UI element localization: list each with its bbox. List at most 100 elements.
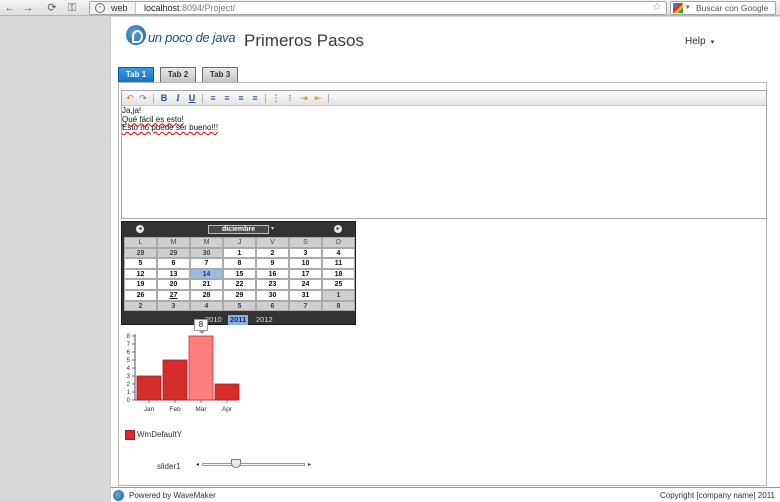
calendar-day[interactable]: 31: [289, 289, 322, 301]
logo-text: un poco de java: [148, 30, 236, 45]
tab-1[interactable]: Tab 1: [118, 67, 154, 83]
y-tick-label: 6: [127, 350, 131, 356]
calendar-day[interactable]: 8: [322, 300, 355, 312]
calendar-day[interactable]: 24: [289, 279, 322, 290]
back-icon[interactable]: ←: [4, 2, 16, 14]
site-identity-label: web: [111, 3, 128, 13]
calendar-day[interactable]: 19: [124, 279, 157, 290]
previous-month-icon[interactable]: ◂: [136, 225, 144, 233]
align-left-icon[interactable]: ≡: [208, 93, 218, 103]
calendar-day[interactable]: 6: [256, 300, 289, 312]
indent-icon[interactable]: ⇥: [299, 93, 309, 103]
calendar-day[interactable]: 27: [157, 289, 190, 301]
calendar-day[interactable]: 12: [124, 268, 157, 280]
year-option[interactable]: 2012: [254, 315, 275, 325]
calendar-day[interactable]: 5: [223, 300, 256, 312]
redo-icon[interactable]: ↷: [138, 93, 148, 103]
search-box[interactable]: ▾ Buscar con Google: [670, 1, 776, 15]
calendar-day[interactable]: 11: [322, 258, 355, 269]
calendar-day[interactable]: 1: [223, 247, 256, 259]
underline-button[interactable]: U: [187, 93, 197, 103]
align-right-icon[interactable]: ≡: [236, 93, 246, 103]
calendar-day[interactable]: 29: [157, 247, 190, 259]
outdent-icon[interactable]: ⇤: [313, 93, 323, 103]
calendar-day[interactable]: 26: [124, 289, 157, 301]
calendar-day[interactable]: 10: [289, 258, 322, 269]
next-month-icon[interactable]: ▸: [334, 225, 342, 233]
calendar-day[interactable]: 3: [289, 247, 322, 259]
address-bar[interactable]: ◦ web localhost:8094/Project/: [89, 1, 667, 15]
forward-icon[interactable]: →: [22, 2, 34, 14]
calendar-day[interactable]: 8: [223, 258, 256, 269]
editor-toolbar: ↶ ↷ B I U ≡ ≡ ≡ ≡ ⋮ ⁝ ⇥ ⇤: [122, 91, 766, 106]
rich-text-editor[interactable]: ↶ ↷ B I U ≡ ≡ ≡ ≡ ⋮ ⁝ ⇥ ⇤ Ja,ja! Qué fác…: [121, 90, 767, 219]
calendar-day[interactable]: 20: [157, 279, 190, 290]
unordered-list-icon[interactable]: ⁝: [285, 93, 295, 103]
site-identity-chip[interactable]: ◦ web: [90, 2, 136, 14]
calendar-day[interactable]: 6: [157, 258, 190, 269]
help-menu[interactable]: Help ▾: [685, 36, 714, 47]
calendar-day[interactable]: 23: [256, 279, 289, 290]
google-icon[interactable]: [673, 3, 683, 13]
calendar-day[interactable]: 5: [124, 258, 157, 269]
reload-icon[interactable]: ⟳: [46, 2, 58, 14]
url-text[interactable]: localhost:8094/Project/: [144, 2, 235, 14]
undo-icon[interactable]: ↶: [125, 93, 135, 103]
calendar-day[interactable]: 18: [322, 268, 355, 280]
month-select[interactable]: diciembre: [208, 225, 269, 234]
chevron-down-icon[interactable]: ▾: [271, 225, 274, 232]
year-option[interactable]: 2011: [228, 315, 249, 325]
calendar-day[interactable]: 4: [322, 247, 355, 259]
chevron-down-icon: ▾: [710, 39, 715, 46]
calendar-day[interactable]: 7: [190, 258, 223, 269]
justify-icon[interactable]: ≡: [250, 93, 260, 103]
calendar-day[interactable]: 2: [124, 300, 157, 312]
editor-content[interactable]: Ja,ja! Qué fácil es esto! Esto no puede …: [122, 106, 766, 133]
calendar-day[interactable]: 30: [190, 247, 223, 259]
calendar-day[interactable]: 30: [256, 289, 289, 301]
tab-3[interactable]: Tab 3: [202, 67, 238, 83]
calendar-week-row: 2345678: [124, 300, 355, 312]
calendar-day[interactable]: 22: [223, 279, 256, 290]
calendar-day[interactable]: 4: [190, 300, 223, 312]
calendar-day[interactable]: 29: [223, 289, 256, 301]
weekday-label: J: [223, 237, 256, 248]
slider-thumb[interactable]: [230, 459, 241, 468]
calendar-day[interactable]: 17: [289, 268, 322, 280]
calendar-day[interactable]: 28: [190, 289, 223, 301]
logo-icon: [126, 25, 146, 45]
calendar-day[interactable]: 13: [157, 268, 190, 280]
calendar-day[interactable]: 16: [256, 268, 289, 280]
key-icon[interactable]: ⚿: [66, 2, 78, 14]
calendar-day[interactable]: 3: [157, 300, 190, 312]
calendar-header: ◂ diciembre ▾ ▸: [122, 222, 355, 236]
calendar-week-row: 26 27 28 29 30 31 1: [124, 289, 355, 301]
toolbar-separator: [328, 94, 329, 103]
tab-2[interactable]: Tab 2: [160, 67, 196, 83]
calendar-day[interactable]: 7: [289, 300, 322, 312]
bookmark-star-icon[interactable]: ☆: [652, 1, 662, 13]
calendar-day[interactable]: 9: [256, 258, 289, 269]
slider-increment-icon[interactable]: ▸: [308, 461, 311, 468]
y-tick-label: 0: [127, 398, 131, 404]
bold-button[interactable]: B: [159, 93, 169, 103]
ordered-list-icon[interactable]: ⋮: [271, 93, 281, 103]
italic-button[interactable]: I: [173, 93, 183, 103]
calendar-day[interactable]: 25: [322, 279, 355, 290]
calendar-day[interactable]: 21: [190, 279, 223, 290]
calendar-day[interactable]: 1: [322, 289, 355, 301]
calendar-day[interactable]: 15: [223, 268, 256, 280]
align-center-icon[interactable]: ≡: [222, 93, 232, 103]
slider-track[interactable]: [202, 463, 305, 466]
calendar-day[interactable]: 28: [124, 247, 157, 259]
calendar-grid: L M M J V S D 28 29 30 1 2 3 4 5 6 7 8 9 10 11 12 13 14 15 16 17 18…: [124, 237, 355, 312]
calendar-day[interactable]: 2: [256, 247, 289, 259]
copyright: Copyright [company name] 2011: [659, 491, 775, 500]
slider-decrement-icon[interactable]: ◂: [196, 461, 199, 468]
editor-line: Esto no puede ser bueno!!!: [122, 123, 219, 132]
search-engine-caret-icon[interactable]: ▾: [686, 2, 690, 14]
editor-line: Qué fácil es esto!: [122, 114, 184, 124]
calendar-day-selected[interactable]: 14: [190, 268, 223, 280]
weekday-label: D: [322, 237, 355, 248]
toolbar-separator: [153, 94, 154, 103]
